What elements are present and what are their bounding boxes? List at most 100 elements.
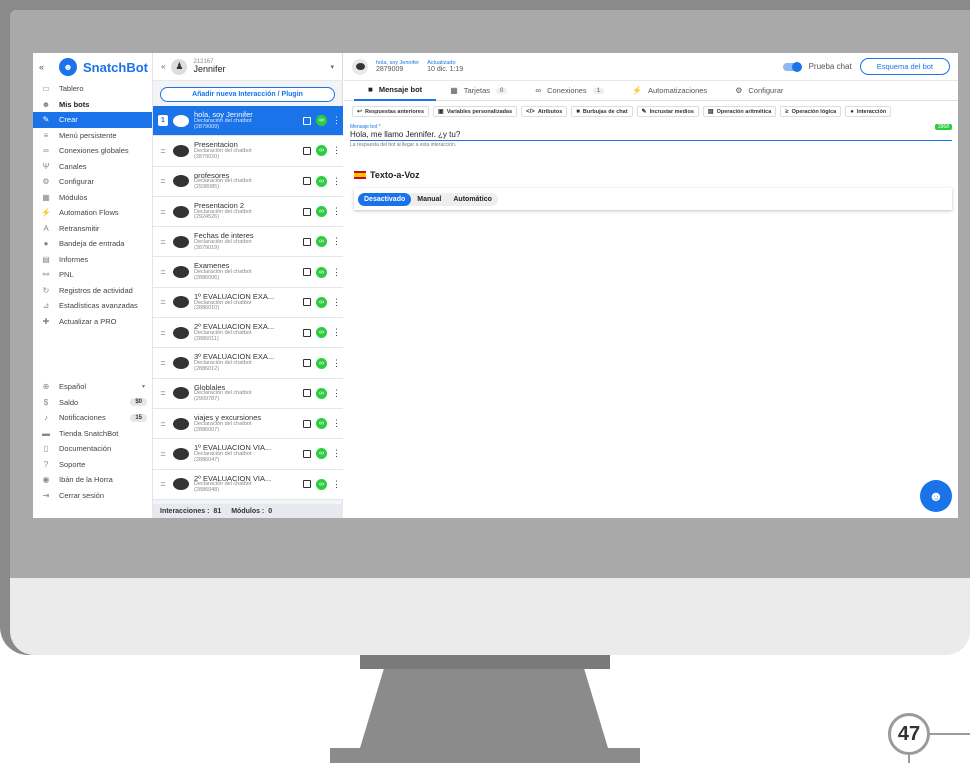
more-options-icon[interactable]: ⋮ — [332, 448, 341, 459]
chat-avatar-button[interactable]: ☻ — [920, 480, 952, 512]
more-options-icon[interactable]: ⋮ — [332, 418, 341, 429]
select-checkbox[interactable] — [303, 419, 311, 428]
connection-link-icon[interactable]: ∞ — [316, 206, 327, 218]
more-options-icon[interactable]: ⋮ — [332, 115, 341, 126]
sidebar-item-retransmitir[interactable]: A Retransmitir — [33, 221, 152, 237]
interaction-row[interactable]: = Presentacion Declaración del chatbot (287… — [153, 136, 343, 167]
select-checkbox[interactable] — [303, 298, 311, 307]
test-chat-toggle[interactable] — [782, 61, 802, 72]
interaction-row[interactable]: = profesores Declaración del chatbot (29380… — [153, 166, 343, 197]
drag-handle-icon[interactable]: = — [158, 358, 168, 368]
interaction-row[interactable]: = 2º EVALUACION EXA... Declaración del cha… — [153, 318, 343, 349]
more-options-icon[interactable]: ⋮ — [332, 297, 341, 308]
select-checkbox[interactable] — [303, 177, 311, 186]
more-options-icon[interactable]: ⋮ — [332, 479, 341, 490]
select-checkbox[interactable] — [303, 389, 311, 398]
bot-message-input[interactable]: Hola, me llamo Jennifer. ¿y tu? — [350, 130, 952, 141]
drag-handle-icon[interactable]: = — [158, 328, 168, 338]
connection-link-icon[interactable]: ∞ — [316, 357, 327, 369]
sidebar-item-configurar[interactable]: ⚙ Configurar — [33, 174, 152, 190]
more-options-icon[interactable]: ⋮ — [332, 236, 341, 247]
insert-operacion-aritmetica-button[interactable]: ▤ Operación aritmética — [702, 106, 777, 117]
sidebar-item-menu-persistente[interactable]: ≡ Menú persistente — [33, 128, 152, 144]
connection-link-icon[interactable]: ∞ — [316, 478, 327, 490]
sidebar-item-registros-de-actividad[interactable]: ↻ Registros de actividad — [33, 283, 152, 299]
collapse-sidebar-button[interactable]: « — [39, 62, 53, 72]
select-checkbox[interactable] — [303, 237, 311, 246]
drag-handle-icon[interactable]: = — [158, 267, 168, 277]
more-options-icon[interactable]: ⋮ — [332, 206, 341, 217]
interaction-row[interactable]: = Examenes Declaración del chatbot (2886006… — [153, 257, 343, 288]
bot-message-field[interactable]: Mensaje bot * Hola, me llamo Jennifer. ¿… — [350, 124, 952, 148]
sidebar-item-crear[interactable]: ✎ Crear — [33, 112, 152, 128]
sidebar-item-informes[interactable]: ▤ Informes — [33, 252, 152, 268]
insert-variables-personalizadas-button[interactable]: ▣ Variables personalizadas — [433, 106, 518, 117]
sidebar-item-canales[interactable]: Ψ Canales — [33, 159, 152, 175]
interaction-row[interactable]: 1 hola, soy Jennifer Declaración del chatb… — [153, 106, 343, 137]
select-checkbox[interactable] — [303, 268, 311, 277]
select-checkbox[interactable] — [303, 146, 311, 155]
tab-tarjetas[interactable]: ▦ Tarjetas 0 — [436, 81, 521, 101]
interaction-row[interactable]: = viajes y excursiones Declaración del cha… — [153, 408, 343, 440]
insert-respuestas-anteriores-button[interactable]: ↩ Respuestas anteriores — [352, 106, 430, 117]
tab-automatizaciones[interactable]: ⚡ Automatizaciones — [618, 81, 721, 101]
interaction-row[interactable]: = 1º EVALUACION VIA... Declaración del cha… — [153, 439, 343, 470]
sidebar-item-cerrar-sesion[interactable]: ⇥ Cerrar sesión — [33, 488, 153, 504]
insert-incrustar-medios-button[interactable]: ✎ Incrustar medios — [636, 106, 699, 117]
sidebar-item-bandeja-de-entrada[interactable]: ● Bandeja de entrada — [33, 236, 152, 252]
select-checkbox[interactable] — [303, 449, 311, 458]
drag-handle-icon[interactable]: = — [158, 479, 168, 489]
connection-link-icon[interactable]: ∞ — [316, 115, 327, 127]
sidebar-item-saldo[interactable]: $ Saldo $0 — [33, 395, 153, 411]
sidebar-item-notificaciones[interactable]: ♪ Notificaciones 15 — [33, 410, 153, 426]
sidebar-item-espanol[interactable]: ⊕ Español ▾ — [33, 379, 153, 395]
tab-configurar[interactable]: ⚙ Configurar — [721, 81, 797, 101]
sidebar-item-iban-de-la-horra[interactable]: ◉ Ibán de la Horra — [33, 472, 153, 488]
drag-handle-icon[interactable]: = — [158, 176, 168, 186]
sidebar-item-automation-flows[interactable]: ⚡ Automation Flows — [33, 205, 152, 221]
connection-link-icon[interactable]: ∞ — [316, 175, 327, 187]
insert-operacion-logica-button[interactable]: ≥ Operación lógica — [780, 106, 842, 117]
select-checkbox[interactable] — [303, 359, 311, 368]
interaction-row[interactable]: = 3º EVALUACION EXA... Declaración del cha… — [153, 348, 343, 379]
select-checkbox[interactable] — [303, 480, 311, 489]
select-checkbox[interactable] — [303, 207, 311, 216]
tab-mensaje-bot[interactable]: ■ Mensaje bot — [354, 81, 437, 101]
drag-handle-icon[interactable]: = — [158, 419, 168, 429]
more-options-icon[interactable]: ⋮ — [332, 145, 341, 156]
more-options-icon[interactable]: ⋮ — [332, 388, 341, 399]
more-options-icon[interactable]: ⋮ — [332, 267, 341, 278]
interaction-row[interactable]: = Globlales Declaración del chatbot (290978… — [153, 378, 343, 409]
interaction-row[interactable]: = Presentacion 2 Declaración del chatbot (2… — [153, 196, 343, 228]
sidebar-item-actualizar-a-pro[interactable]: ✚ Actualizar a PRO — [33, 314, 152, 330]
tab-conexiones[interactable]: ∞ Conexiones 1 — [521, 81, 618, 101]
interaction-row[interactable]: = Fechas de interes Declaración del chatbo… — [153, 227, 343, 258]
insert-burbujas-de-chat-button[interactable]: ■ Burbujas de chat — [571, 106, 633, 117]
sidebar-item-soporte[interactable]: ? Soporte — [33, 457, 153, 473]
interaction-row[interactable]: = 1º EVALUACION EXA... Declaración del cha… — [153, 287, 343, 319]
connection-link-icon[interactable]: ∞ — [316, 448, 327, 460]
add-interaction-button[interactable]: Añadir nueva Interacción / Plugin — [160, 87, 335, 102]
more-options-icon[interactable]: ⋮ — [332, 327, 341, 338]
drag-handle-icon[interactable]: = — [158, 388, 168, 398]
sidebar-item-tienda-snatchbot[interactable]: ▬ Tienda SnatchBot — [33, 426, 153, 442]
bot-selector[interactable]: « ♟ 212167 Jennifer ▾ — [153, 53, 342, 81]
select-checkbox[interactable] — [303, 116, 311, 125]
drag-handle-icon[interactable]: = — [158, 146, 168, 156]
tts-option-manual[interactable]: Manual — [411, 193, 447, 206]
drag-handle-icon[interactable]: = — [158, 449, 168, 459]
select-checkbox[interactable] — [303, 328, 311, 337]
tts-option-desactivado[interactable]: Desactivado — [358, 192, 412, 206]
connection-link-icon[interactable]: ∞ — [316, 418, 327, 430]
sidebar-item-conexiones-globales[interactable]: ∞ Conexiones globales — [33, 143, 152, 159]
chevron-down-icon[interactable]: ▾ — [330, 63, 334, 71]
drag-handle-icon[interactable]: = — [158, 237, 168, 247]
connection-link-icon[interactable]: ∞ — [316, 327, 327, 339]
interaction-row[interactable]: = 2º EVALUACION VIA... Declaración del cha… — [153, 469, 343, 500]
sidebar-item-pnl[interactable]: ⚯ PNL — [33, 267, 152, 283]
more-options-icon[interactable]: ⋮ — [332, 358, 341, 369]
connection-link-icon[interactable]: ∞ — [316, 387, 327, 399]
sidebar-item-documentacion[interactable]: ▯ Documentación — [33, 441, 153, 457]
sidebar-item-mis-bots[interactable]: ☻ Mis bots — [33, 97, 152, 113]
connection-link-icon[interactable]: ∞ — [316, 296, 327, 308]
